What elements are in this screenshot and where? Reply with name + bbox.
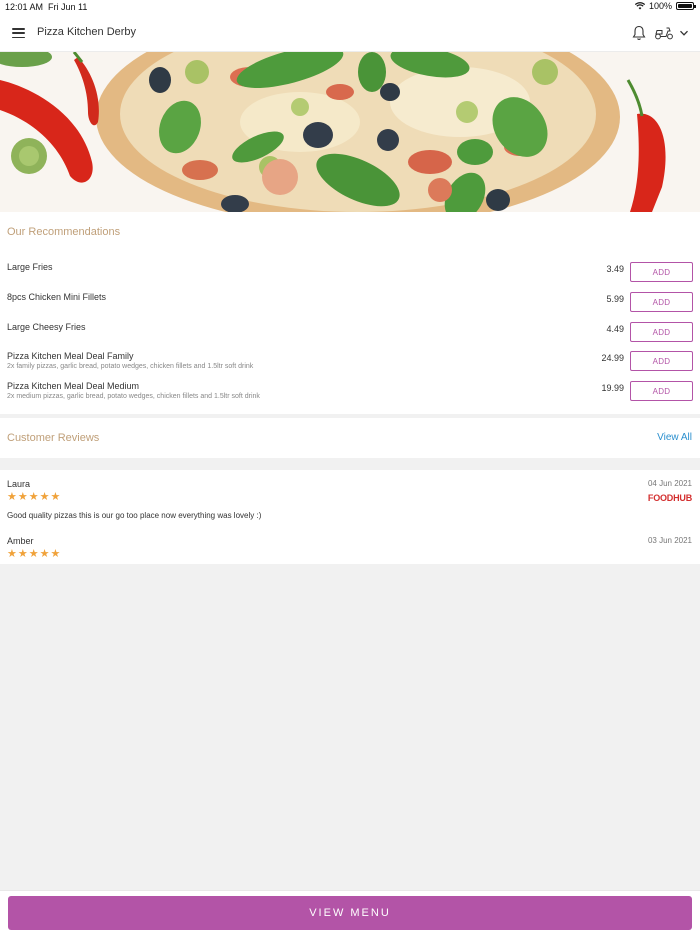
item-name: 8pcs Chicken Mini Fillets <box>7 292 107 302</box>
hero-banner <box>0 52 700 212</box>
recommendations-title: Our Recommendations <box>7 226 121 238</box>
app-header: Pizza Kitchen Derby <box>0 14 700 52</box>
item-price: 24.99 <box>601 353 624 363</box>
star-icon: ★ <box>7 548 17 560</box>
status-right: 100% <box>634 1 696 11</box>
status-time: 12:01 AM <box>5 2 44 12</box>
star-rating: ★ ★ ★ ★ ★ <box>7 549 60 560</box>
bottom-bar: VIEW MENU <box>0 890 700 934</box>
star-icon: ★ <box>50 548 61 560</box>
add-button[interactable]: ADD <box>630 292 693 312</box>
item-name: Pizza Kitchen Meal Deal Family <box>7 351 134 361</box>
star-icon: ★ <box>39 548 50 560</box>
star-icon: ★ <box>17 548 28 560</box>
battery-icon <box>676 2 696 10</box>
delivery-scooter-icon[interactable] <box>654 26 674 40</box>
recommendations-section: Our Recommendations Large Fries 3.49 ADD… <box>0 212 700 414</box>
star-icon: ★ <box>7 491 17 503</box>
add-button[interactable]: ADD <box>630 351 693 371</box>
store-title: Pizza Kitchen Derby <box>37 26 137 38</box>
item-price: 5.99 <box>606 294 624 304</box>
recommendation-item: Large Fries 3.49 ADD <box>0 262 700 288</box>
star-icon: ★ <box>17 491 28 503</box>
item-name: Large Fries <box>7 262 53 272</box>
menu-icon[interactable] <box>12 28 25 38</box>
reviewer-name: Laura <box>7 479 31 489</box>
item-description: 2x medium pizzas, garlic bread, potato w… <box>7 393 260 400</box>
item-price: 19.99 <box>601 383 624 393</box>
reviewer-name: Amber <box>7 536 34 546</box>
add-button[interactable]: ADD <box>630 322 693 342</box>
star-icon: ★ <box>28 491 39 503</box>
review-date: 03 Jun 2021 <box>647 536 692 545</box>
pizza-banner-image <box>0 52 700 212</box>
view-menu-button[interactable]: VIEW MENU <box>8 896 692 930</box>
bell-icon[interactable] <box>632 25 646 41</box>
item-name: Large Cheesy Fries <box>7 322 86 332</box>
status-date: Fri Jun 11 <box>48 2 88 12</box>
foodhub-logo: FOODHUB <box>647 493 692 503</box>
star-icon: ★ <box>50 491 61 503</box>
wifi-icon <box>634 2 645 10</box>
status-bar: 12:01 AM Fri Jun 11 100% <box>0 0 700 14</box>
star-icon: ★ <box>39 491 50 503</box>
item-description: 2x family pizzas, garlic bread, potato w… <box>7 363 254 370</box>
recommendation-item: 8pcs Chicken Mini Fillets 5.99 ADD <box>0 292 700 318</box>
add-button[interactable]: ADD <box>630 381 693 401</box>
battery-fill <box>678 4 692 8</box>
item-price: 4.49 <box>606 324 624 334</box>
chevron-down-icon[interactable] <box>679 28 689 38</box>
add-button[interactable]: ADD <box>630 262 693 282</box>
reviews-header: Customer Reviews View All <box>0 418 700 458</box>
recommendation-item: Pizza Kitchen Meal Deal Family 2x family… <box>0 351 700 377</box>
item-name: Pizza Kitchen Meal Deal Medium <box>7 381 140 391</box>
view-all-link[interactable]: View All <box>657 432 692 443</box>
star-icon: ★ <box>28 548 39 560</box>
recommendation-item: Pizza Kitchen Meal Deal Medium 2x medium… <box>0 381 700 407</box>
battery-percent: 100% <box>648 1 672 11</box>
reviews-title: Customer Reviews <box>7 432 100 444</box>
review-text: Good quality pizzas this is our go too p… <box>7 511 262 520</box>
star-rating: ★ ★ ★ ★ ★ <box>7 492 60 503</box>
reviews-list: Laura 04 Jun 2021 ★ ★ ★ ★ ★ FOODHUB Good qua… <box>0 470 700 564</box>
item-price: 3.49 <box>606 264 624 274</box>
recommendation-item: Large Cheesy Fries 4.49 ADD <box>0 322 700 348</box>
review-date: 04 Jun 2021 <box>647 479 692 488</box>
